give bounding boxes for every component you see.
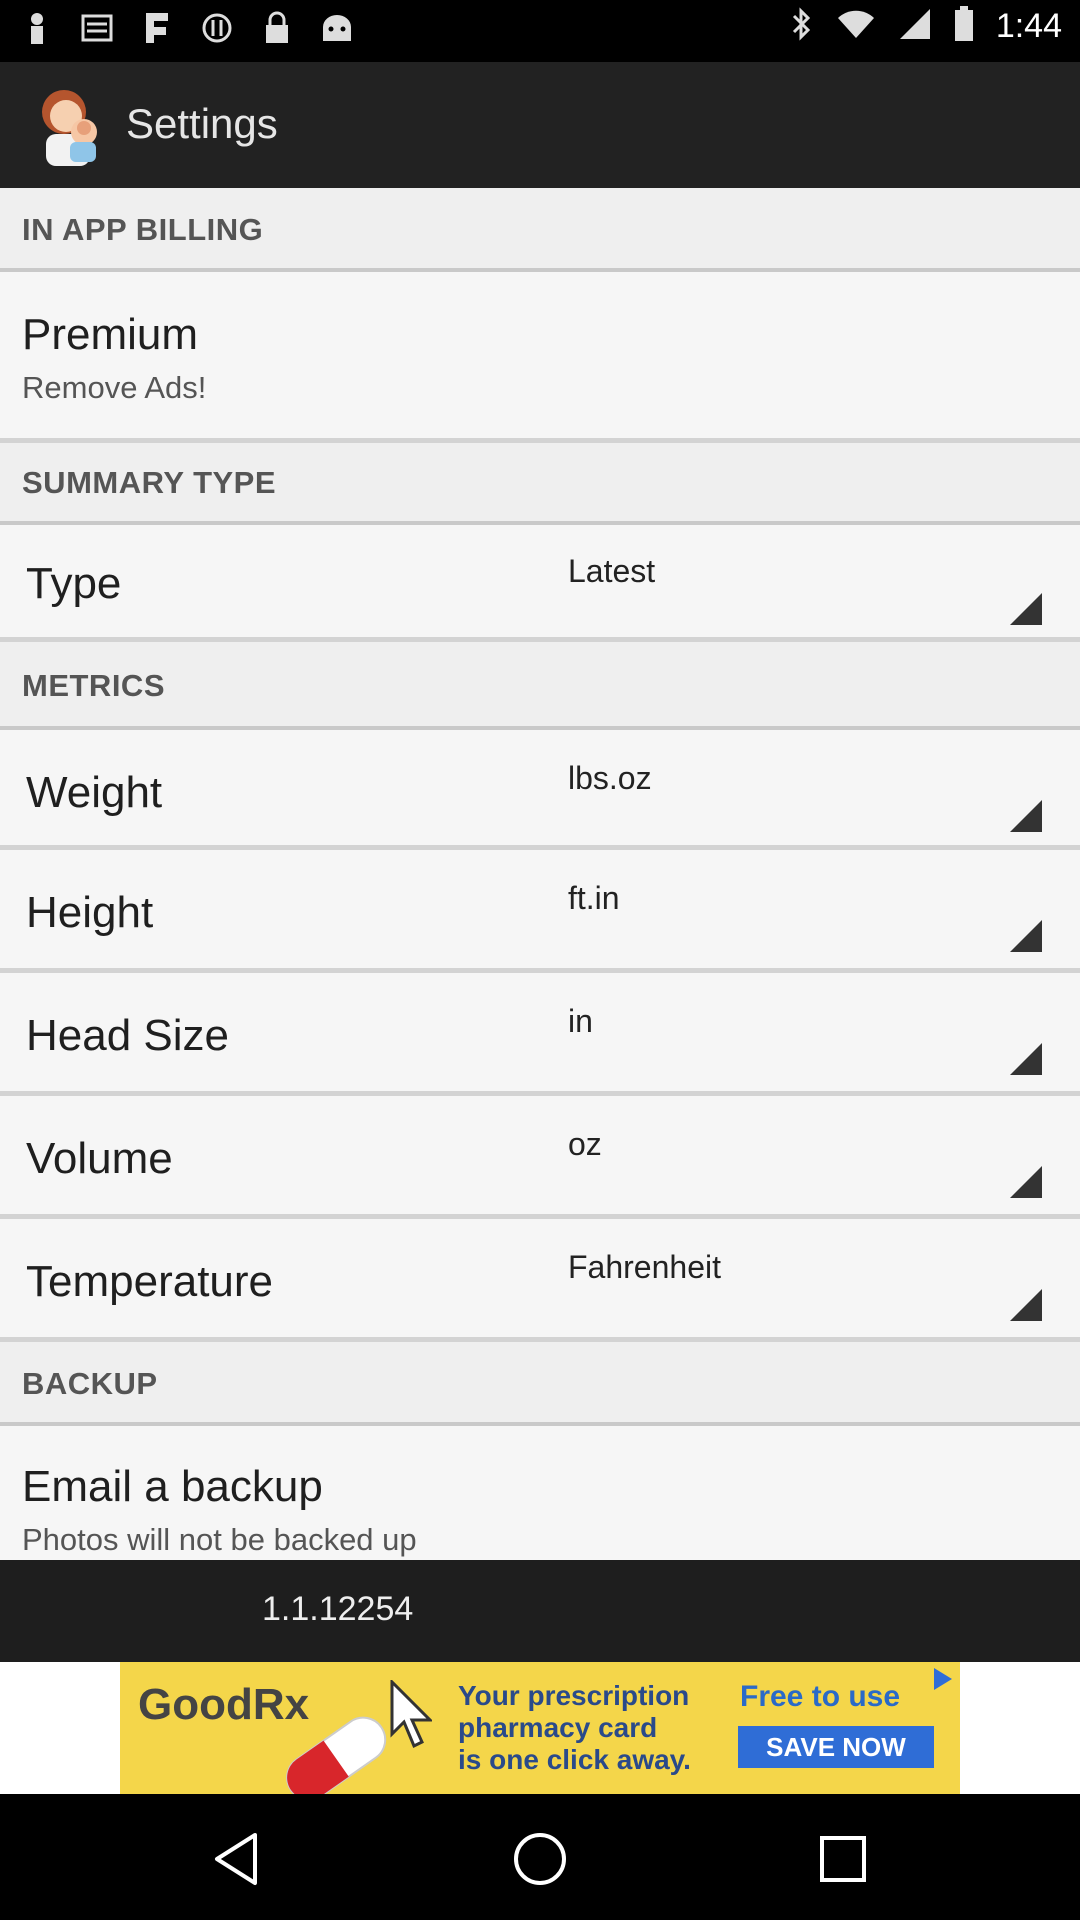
preference-label: Volume — [26, 1134, 173, 1183]
version-text: 1.1.12254 — [262, 1590, 414, 1628]
cursor-icon — [388, 1678, 434, 1750]
navigation-bar — [0, 1794, 1080, 1920]
ad-area: GoodRx Your prescription pharmacy card i… — [0, 1662, 1080, 1794]
settings-list[interactable]: IN APP BILLING Premium Remove Ads! SUMMA… — [0, 188, 1080, 1560]
battery-icon — [954, 6, 974, 47]
ad-line-2: pharmacy card — [458, 1712, 658, 1743]
ad-copy: Your prescription pharmacy card is one c… — [458, 1680, 691, 1776]
back-icon[interactable] — [202, 1824, 272, 1894]
ad-banner[interactable]: GoodRx Your prescription pharmacy card i… — [120, 1662, 960, 1794]
lock-icon — [260, 10, 294, 46]
status-bar: 1:44 — [0, 0, 1080, 62]
temperature-spinner-value[interactable]: Fahrenheit — [568, 1249, 721, 1286]
action-bar: Settings — [0, 62, 1080, 188]
category-backup: BACKUP — [0, 1342, 1080, 1426]
type-preference[interactable]: Type Latest — [0, 525, 1080, 642]
inbox-icon — [80, 10, 114, 46]
ad-free-text: Free to use — [740, 1680, 901, 1713]
preference-summary: Photos will not be backed up — [22, 1522, 417, 1557]
dropdown-triangle-icon[interactable] — [1010, 1289, 1042, 1321]
weight-preference[interactable]: Weight lbs.oz — [0, 730, 1080, 850]
category-summary-type: SUMMARY TYPE — [0, 443, 1080, 525]
category-metrics: METRICS — [0, 642, 1080, 730]
preference-label: Head Size — [26, 1011, 230, 1060]
category-in-app-billing: IN APP BILLING — [0, 188, 1080, 272]
preference-label: Temperature — [26, 1257, 274, 1306]
person-icon — [20, 10, 54, 46]
notification-icons — [20, 10, 354, 46]
head-size-spinner-value[interactable]: in — [568, 1003, 593, 1040]
app-logo-icon[interactable] — [34, 82, 108, 168]
premium-preference[interactable]: Premium Remove Ads! — [0, 272, 1080, 443]
version-bar: 1.1.12254 — [0, 1560, 1080, 1662]
preference-label: Type — [26, 559, 122, 608]
signal-icon — [898, 7, 932, 46]
category-title: METRICS — [22, 668, 165, 703]
dropdown-triangle-icon[interactable] — [1010, 1166, 1042, 1198]
head-size-preference[interactable]: Head Size in — [0, 973, 1080, 1096]
type-spinner-value[interactable]: Latest — [568, 553, 655, 590]
system-icons: 1:44 — [790, 6, 1062, 47]
wifi-icon — [836, 8, 876, 45]
ad-line-1: Your prescription — [458, 1680, 690, 1711]
weight-spinner-value[interactable]: lbs.oz — [568, 760, 652, 797]
dropdown-triangle-icon[interactable] — [1010, 800, 1042, 832]
pill-image — [270, 1702, 400, 1794]
preference-title: Email a backup — [22, 1462, 323, 1511]
preference-label: Weight — [26, 768, 163, 817]
volume-spinner-value[interactable]: oz — [568, 1126, 602, 1163]
bluetooth-icon — [790, 6, 814, 47]
home-icon[interactable] — [505, 1824, 575, 1894]
page-title: Settings — [126, 100, 278, 147]
recents-icon[interactable] — [808, 1824, 878, 1894]
ad-line-3: is one click away. — [458, 1744, 691, 1775]
height-spinner-value[interactable]: ft.in — [568, 880, 620, 917]
dropdown-triangle-icon[interactable] — [1010, 920, 1042, 952]
category-title: SUMMARY TYPE — [22, 465, 277, 500]
ad-choices-icon[interactable] — [934, 1668, 952, 1690]
email-backup-preference[interactable]: Email a backup Photos will not be backed… — [0, 1426, 1080, 1560]
category-title: IN APP BILLING — [22, 212, 264, 247]
category-title: BACKUP — [22, 1366, 158, 1401]
flash-icon — [140, 10, 174, 46]
height-preference[interactable]: Height ft.in — [0, 850, 1080, 973]
preference-title: Premium — [22, 310, 199, 359]
dropdown-triangle-icon[interactable] — [1010, 1043, 1042, 1075]
clock: 1:44 — [995, 7, 1062, 45]
volume-preference[interactable]: Volume oz — [0, 1096, 1080, 1219]
sync-icon — [200, 10, 234, 46]
ad-cta-button[interactable]: SAVE NOW — [738, 1726, 934, 1768]
preference-label: Height — [26, 888, 154, 937]
preference-summary: Remove Ads! — [22, 370, 207, 405]
android-icon — [320, 10, 354, 46]
temperature-preference[interactable]: Temperature Fahrenheit — [0, 1219, 1080, 1342]
dropdown-triangle-icon[interactable] — [1010, 593, 1042, 625]
